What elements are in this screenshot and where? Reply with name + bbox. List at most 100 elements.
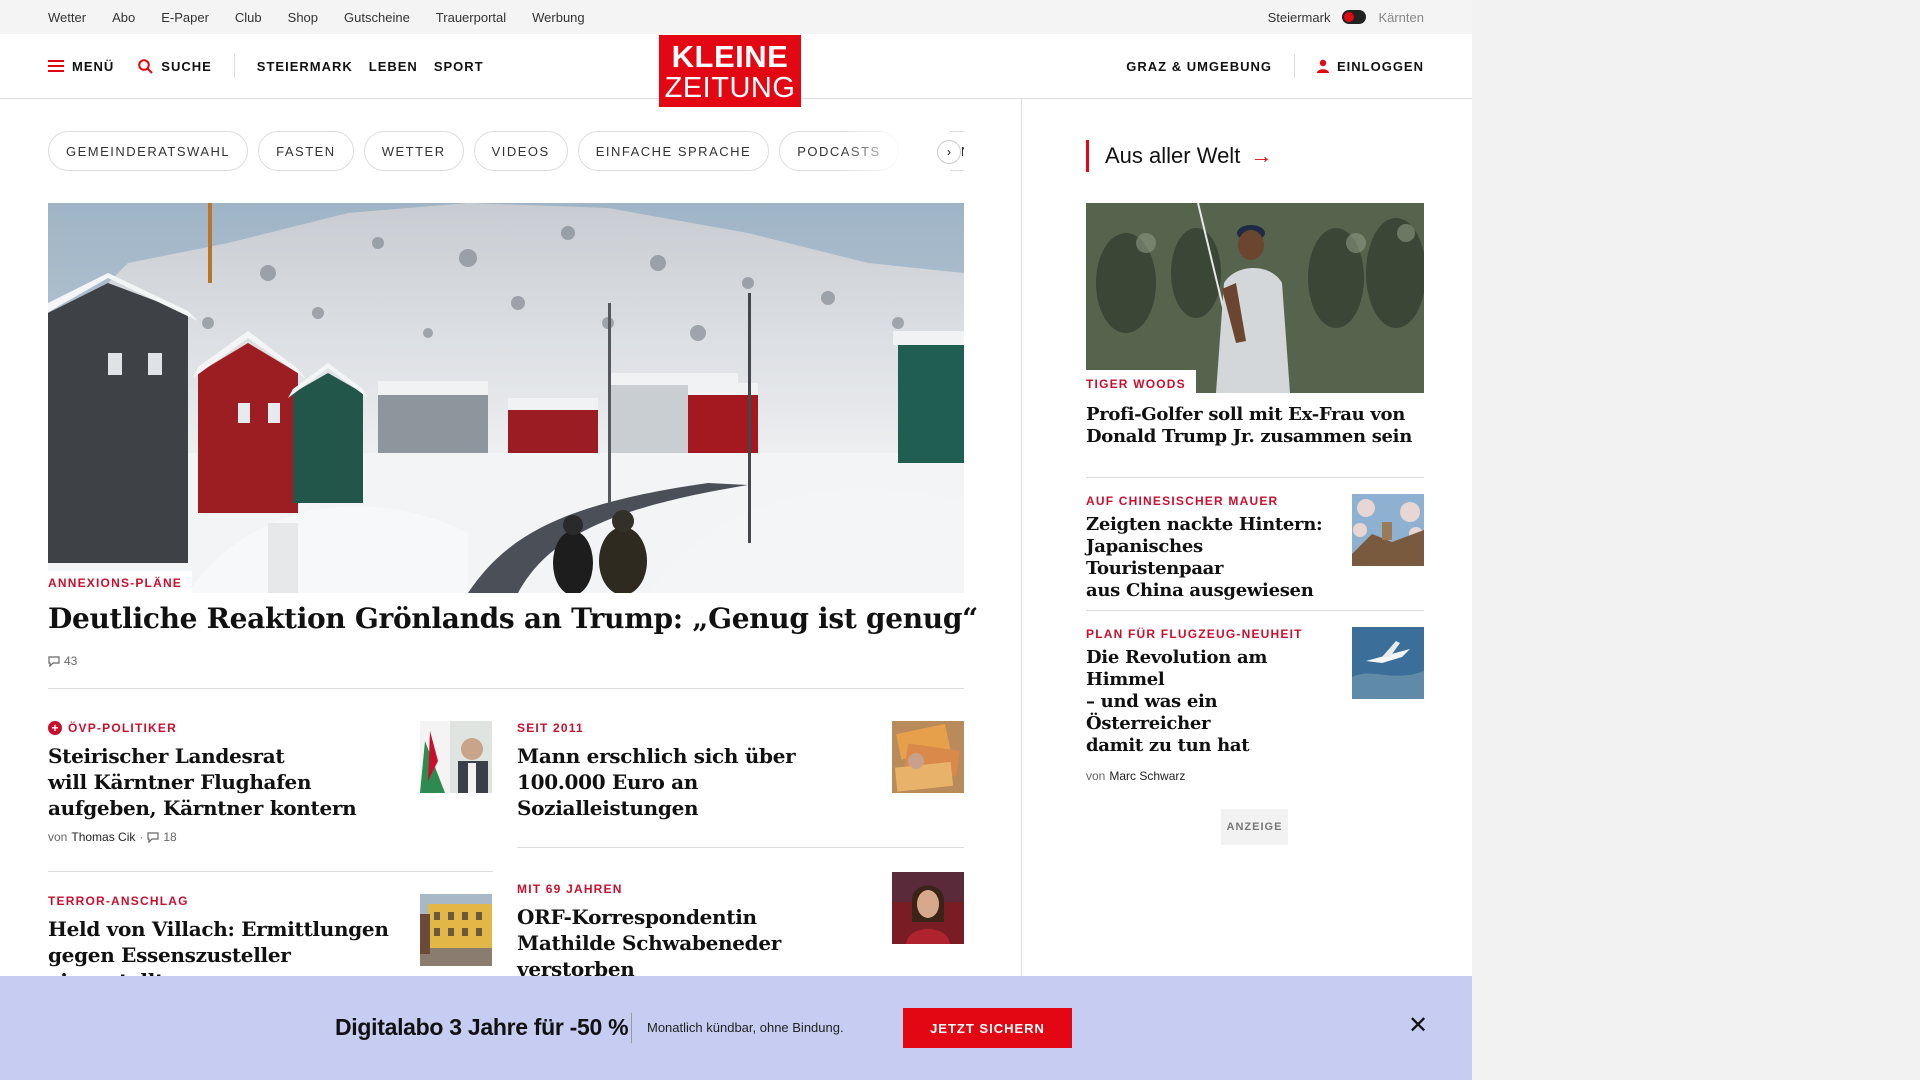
article-thumbnail[interactable] (892, 721, 964, 793)
headline-line: Steirischer Landesrat (48, 744, 285, 768)
hero-kicker[interactable]: ANNEXIONS-PLÄNE (48, 571, 193, 593)
ad-label: ANZEIGE (1221, 809, 1288, 845)
close-icon[interactable]: ✕ (1408, 1014, 1428, 1038)
article-headline: ORF-Korrespondentin Mathilde Schwabenede… (517, 904, 887, 982)
article-teaser[interactable]: SEIT 2011 Mann erschlich sich über 100.0… (517, 721, 877, 821)
section-heading-aus-aller-welt[interactable]: Aus aller Welt → (1086, 140, 1272, 172)
article-headline: Steirischer Landesrat will Kärntner Flug… (48, 743, 368, 821)
headline-line: – und was ein Österreicher (1086, 691, 1218, 734)
chip-fasten[interactable]: FASTEN (258, 131, 354, 171)
plus-icon: + (48, 721, 62, 735)
article-teaser[interactable]: + ÖVP-POLITIKER Steirischer Landesrat wi… (48, 721, 368, 844)
util-link-trauerportal[interactable]: Trauerportal (436, 10, 506, 25)
divider (48, 688, 964, 689)
nav-steiermark[interactable]: STEIERMARK (257, 59, 353, 74)
chip-videos[interactable]: VIDEOS (473, 131, 568, 171)
nav-leben[interactable]: LEBEN (369, 59, 418, 74)
villach-street-photo (420, 894, 492, 966)
sidebar-lead-kicker[interactable]: TIGER WOODS (1086, 370, 1196, 394)
login-label: EINLOGGEN (1336, 58, 1424, 74)
region-kaernten[interactable]: Kärnten (1378, 10, 1424, 25)
headline-line: Mathilde Schwabeneder verstorben (517, 931, 782, 981)
hero-headline[interactable]: Deutliche Reaktion Grönlands an Trump: „… (48, 602, 978, 635)
chip-wetter[interactable]: WETTER (363, 131, 464, 171)
headline-line: ORF-Korrespondentin (517, 905, 757, 929)
article-teaser[interactable]: MIT 69 JAHREN ORF-Korrespondentin Mathil… (517, 872, 887, 982)
headline-line: Mann erschlich sich über (517, 744, 796, 768)
article-kicker-row: MIT 69 JAHREN (517, 882, 887, 896)
sidebar-headline: Zeigten nackte Hintern: Japanisches Tour… (1086, 514, 1336, 602)
local-region-link[interactable]: GRAZ & UMGEBUNG (1126, 59, 1272, 74)
site-header: MENÜ SUCHE STEIERMARK LEBEN SPORT KLEINE… (0, 34, 1472, 107)
politician-photo (420, 721, 492, 793)
search-icon (138, 58, 153, 74)
article-kicker: SEIT 2011 (517, 721, 584, 735)
util-link-club[interactable]: Club (235, 10, 262, 25)
hamburger-icon (48, 60, 64, 72)
article-thumbnail[interactable] (892, 872, 964, 944)
meta-separator: · (139, 830, 144, 844)
region-toggle[interactable] (1342, 10, 1367, 24)
headline-line: aufgeben, Kärntner kontern (48, 796, 357, 820)
author-name[interactable]: Thomas Cik (71, 830, 135, 844)
sidebar-lead-image[interactable] (1086, 203, 1424, 393)
nav-sport[interactable]: SPORT (434, 59, 484, 74)
article-thumbnail[interactable] (420, 894, 492, 966)
chips-next-button[interactable]: › (937, 140, 961, 164)
util-link-werbung[interactable]: Werbung (532, 10, 585, 25)
menu-button[interactable]: MENÜ (48, 59, 114, 74)
util-link-epaper[interactable]: E-Paper (161, 10, 209, 25)
correspondent-photo (892, 872, 964, 944)
byline-prefix: von (1086, 769, 1106, 783)
sidebar-teaser[interactable]: PLAN FÜR FLUGZEUG-NEUHEIT Die Revolution… (1086, 627, 1336, 783)
divider (517, 847, 964, 848)
article-thumbnail[interactable] (420, 721, 492, 793)
hero-meta: 43 (48, 654, 77, 668)
promo-divider (631, 1013, 632, 1043)
hero-comment-count[interactable]: 43 (64, 654, 77, 668)
chip-gemeinderatswahl[interactable]: GEMEINDERATSWAHL (48, 131, 249, 171)
kleine-zeitung-logo[interactable]: KLEINE ZEITUNG (659, 35, 801, 107)
article-kicker: TERROR-ANSCHLAG (48, 894, 189, 908)
util-link-abo[interactable]: Abo (112, 10, 135, 25)
menu-label: MENÜ (72, 58, 115, 74)
comment-icon (48, 655, 60, 667)
author-name[interactable]: Marc Schwarz (1109, 769, 1185, 783)
header-divider (233, 54, 235, 78)
chevron-right-icon: › (947, 145, 951, 159)
subscription-banner: Digitalabo 3 Jahre für -50 % Monatlich k… (0, 976, 1472, 1080)
promo-title: Digitalabo 3 Jahre für -50 % (335, 1014, 629, 1040)
login-button[interactable]: EINLOGGEN (1316, 58, 1424, 74)
headline-line: Held von Villach: Ermittlungen (48, 917, 389, 941)
sidebar-kicker: AUF CHINESISCHER MAUER (1086, 494, 1279, 508)
sidebar-teaser[interactable]: AUF CHINESISCHER MAUER Zeigten nackte Hi… (1086, 494, 1336, 602)
hero-image[interactable] (48, 203, 964, 593)
divider (1086, 610, 1424, 611)
util-link-wetter[interactable]: Wetter (48, 10, 86, 25)
sidebar-lead-headline[interactable]: Profi-Golfer soll mit Ex-Frau von Donald… (1086, 404, 1424, 448)
headline-line: damit zu tun hat (1086, 735, 1250, 756)
sidebar-thumbnail[interactable] (1352, 494, 1424, 566)
sidebar-thumbnail[interactable] (1352, 627, 1424, 699)
great-wall-photo (1352, 494, 1424, 566)
divider (1086, 477, 1424, 478)
promo-subtitle: Monatlich kündbar, ohne Bindung. (647, 1020, 844, 1035)
sidebar-meta: von Marc Schwarz (1086, 769, 1336, 783)
logo-line-1: KLEINE (671, 39, 789, 74)
article-kicker-row: SEIT 2011 (517, 721, 877, 735)
money-photo (892, 721, 964, 793)
headline-line: will Kärntner Flughafen (48, 770, 312, 794)
util-link-shop[interactable]: Shop (288, 10, 318, 25)
utility-links: Wetter Abo E-Paper Club Shop Gutscheine … (48, 10, 585, 25)
article-kicker: MIT 69 JAHREN (517, 882, 623, 896)
sidebar-kicker: PLAN FÜR FLUGZEUG-NEUHEIT (1086, 627, 1303, 641)
region-steiermark[interactable]: Steiermark (1268, 10, 1331, 25)
headline-line: aus China ausgewiesen (1086, 580, 1314, 601)
aircraft-photo (1352, 627, 1424, 699)
search-button[interactable]: SUCHE (138, 59, 212, 74)
comment-count[interactable]: 18 (163, 830, 176, 844)
promo-cta-button[interactable]: JETZT SICHERN (903, 1008, 1072, 1048)
util-link-gutscheine[interactable]: Gutscheine (344, 10, 410, 25)
headline-line: Japanisches Touristenpaar (1086, 536, 1224, 579)
chip-einfache-sprache[interactable]: EINFACHE SPRACHE (577, 131, 770, 171)
